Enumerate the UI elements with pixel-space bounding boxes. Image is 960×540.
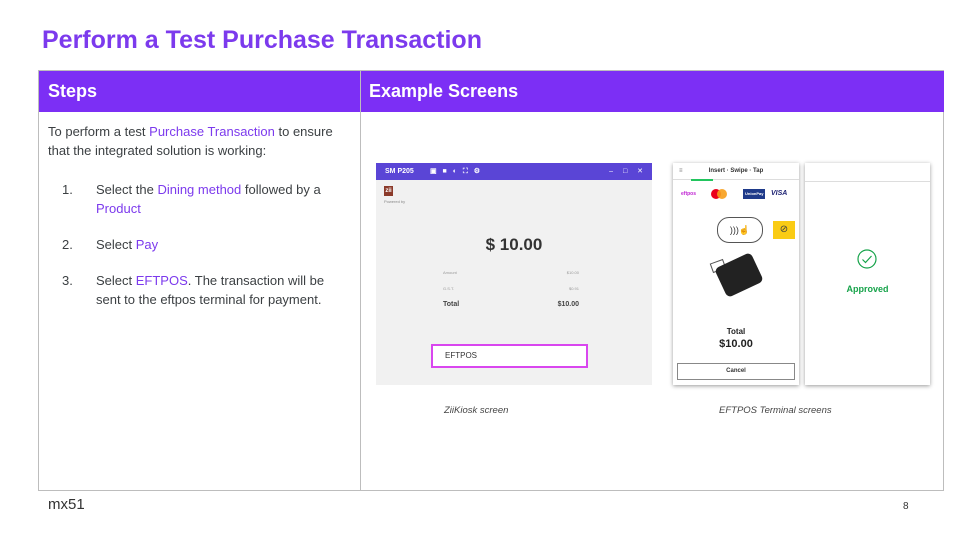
unionpay-icon: UnionPay xyxy=(743,189,766,199)
terminal-approved-screen: Approved xyxy=(805,163,930,385)
column-divider xyxy=(360,71,361,490)
kiosk-row-gst: G.S.T. $0.91 xyxy=(443,286,579,291)
step-item: 2. Select Pay xyxy=(48,235,348,254)
terminal-total-label: Total xyxy=(726,327,746,336)
kiosk-window-title: SM P205 xyxy=(385,168,414,175)
terminal-total-value: $10.00 xyxy=(719,338,753,350)
step-list: 1. Select the Dining method followed by a… xyxy=(48,180,348,309)
terminal-approved-header xyxy=(805,163,930,182)
purchase-transaction-link[interactable]: Purchase Transaction xyxy=(149,124,275,139)
kiosk-toolbar-icons: ▣ ■ ◐ ⛶ ⚙ xyxy=(430,168,483,175)
terminal-header-text: Insert · Swipe · Tap xyxy=(708,168,764,174)
mx51-logo: mx51 xyxy=(48,496,85,513)
progress-indicator xyxy=(691,179,713,181)
step-number: 3. xyxy=(62,273,73,288)
kiosk-amount: $ 10.00 xyxy=(485,235,543,254)
steps-content: To perform a test Purchase Transaction t… xyxy=(48,122,348,326)
step-highlight[interactable]: EFTPOS xyxy=(136,273,188,288)
kiosk-window-bar: SM P205 ▣ ■ ◐ ⛶ ⚙ – □ ✕ xyxy=(376,163,652,180)
step-highlight[interactable]: Pay xyxy=(136,237,158,252)
step-item: 1. Select the Dining method followed by a… xyxy=(48,180,348,218)
step-highlight[interactable]: Dining method xyxy=(157,182,241,197)
visa-icon: VISA xyxy=(771,190,788,197)
kiosk-row-total: Total $10.00 xyxy=(443,301,579,308)
card-logos: eftpos UnionPay VISA xyxy=(681,189,793,199)
no-eye-icon: ⊘ xyxy=(773,221,795,239)
kiosk-eftpos-button[interactable]: EFTPOS xyxy=(431,344,588,368)
powered-by-text: Powered by xyxy=(384,199,406,204)
check-circle-icon xyxy=(857,249,877,269)
intro-text: To perform a test Purchase Transaction t… xyxy=(48,124,333,158)
step-number: 2. xyxy=(62,237,73,252)
zii-logo: zii xyxy=(384,186,393,196)
window-controls-icon: – □ ✕ xyxy=(609,168,647,175)
terminal-payment-screen: ≡ Insert · Swipe · Tap eftpos UnionPay V… xyxy=(673,163,799,385)
mastercard-icon xyxy=(711,189,727,199)
step-text: followed by a xyxy=(241,182,321,197)
step-text: Select xyxy=(96,273,136,288)
step-number: 1. xyxy=(62,182,73,197)
approved-text: Approved xyxy=(846,284,889,294)
contactless-icon: )))☝ xyxy=(717,217,763,243)
terminal-header: ≡ Insert · Swipe · Tap xyxy=(673,163,799,180)
slide-title: Perform a Test Purchase Transaction xyxy=(42,26,482,54)
header-steps: Steps xyxy=(39,71,360,112)
ziikiosk-screenshot: SM P205 ▣ ■ ◐ ⛶ ⚙ – □ ✕ zii Powered by $… xyxy=(376,163,652,385)
step-text: Select xyxy=(96,237,136,252)
kiosk-row-amount: Amount $10.00 xyxy=(443,270,579,275)
terminal-caption: EFTPOS Terminal screens xyxy=(719,405,832,416)
kiosk-caption: ZiiKiosk screen xyxy=(444,405,509,416)
page-number: 8 xyxy=(903,501,909,512)
eftpos-card-icon: eftpos xyxy=(681,191,696,197)
terminal-cancel-button[interactable]: Cancel xyxy=(677,363,795,380)
step-text: Select the xyxy=(96,182,158,197)
step-highlight[interactable]: Product xyxy=(96,201,141,216)
step-item: 3. Select EFTPOS. The transaction will be… xyxy=(48,271,348,309)
header-example-screens: Example Screens xyxy=(361,71,944,112)
